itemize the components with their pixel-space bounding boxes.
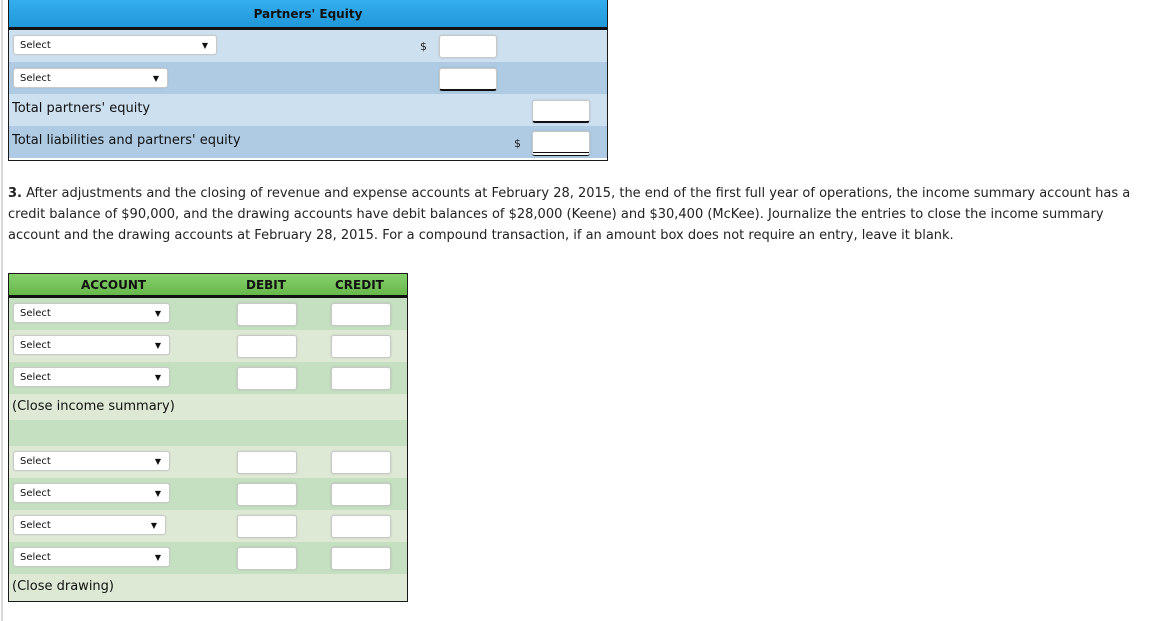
close-drawing-note: (Close drawing) [12, 579, 114, 594]
debit-input[interactable] [237, 515, 297, 538]
journal-row: Select ▼ [9, 542, 407, 574]
total-liabilities-equity-label: Total liabilities and partners' equity [12, 133, 241, 148]
journal-row: Select ▼ [9, 478, 407, 510]
credit-input[interactable] [331, 483, 391, 506]
close-income-summary-note: (Close income summary) [12, 399, 175, 414]
amount-input[interactable] [439, 35, 497, 58]
credit-input[interactable] [331, 515, 391, 538]
journal-note-row: (Close drawing) [9, 574, 407, 601]
select-value: Select [20, 40, 51, 51]
journal-note-row: (Close income summary) [9, 394, 407, 420]
credit-input[interactable] [331, 303, 391, 326]
account-select[interactable]: Select ▼ [13, 335, 170, 355]
dropdown-arrow-icon: ▼ [154, 457, 161, 466]
journal-row: Select ▼ [9, 298, 407, 330]
debit-input[interactable] [237, 335, 297, 358]
debit-input[interactable] [237, 303, 297, 326]
select-value: Select [20, 372, 51, 383]
total-partners-equity-input[interactable] [532, 100, 590, 123]
dropdown-arrow-icon: ▼ [150, 521, 157, 530]
select-value: Select [20, 73, 51, 84]
page-left-edge [1, 0, 3, 621]
journal-spacer-row [9, 420, 407, 446]
partners-equity-row: Total partners' equity [9, 94, 607, 126]
partners-equity-table: Partners' Equity Select ▼ $ Select ▼ Tot… [8, 0, 608, 161]
partners-equity-row: Select ▼ [9, 62, 607, 94]
partners-equity-title: Partners' Equity [9, 0, 607, 30]
dollar-sign: $ [514, 137, 521, 150]
total-partners-equity-label: Total partners' equity [12, 101, 151, 116]
account-select[interactable]: Select ▼ [13, 303, 170, 323]
partners-equity-row: Total liabilities and partners' equity $ [9, 126, 607, 158]
journal-entry-table: ACCOUNT DEBIT CREDIT Select ▼ Select ▼ S… [8, 273, 408, 602]
debit-input[interactable] [237, 367, 297, 390]
credit-input[interactable] [331, 335, 391, 358]
partners-equity-row: Select ▼ $ [9, 30, 607, 62]
account-select[interactable]: Select ▼ [13, 68, 168, 88]
question-number: 3. [8, 186, 22, 201]
journal-header-row: ACCOUNT DEBIT CREDIT [9, 274, 407, 298]
journal-row: Select ▼ [9, 446, 407, 478]
journal-row: Select ▼ [9, 330, 407, 362]
select-value: Select [20, 308, 51, 319]
select-value: Select [20, 456, 51, 467]
dropdown-arrow-icon: ▼ [154, 489, 161, 498]
dropdown-arrow-icon: ▼ [154, 373, 161, 382]
account-select[interactable]: Select ▼ [13, 547, 170, 567]
select-value: Select [20, 552, 51, 563]
question-body: After adjustments and the closing of rev… [8, 186, 1131, 243]
column-header-account: ACCOUNT [81, 278, 147, 292]
column-header-credit: CREDIT [335, 278, 384, 292]
account-select[interactable]: Select ▼ [13, 515, 166, 535]
select-value: Select [20, 340, 51, 351]
credit-input[interactable] [331, 451, 391, 474]
select-value: Select [20, 488, 51, 499]
debit-input[interactable] [237, 547, 297, 570]
dropdown-arrow-icon: ▼ [201, 41, 208, 50]
select-value: Select [20, 520, 51, 531]
dropdown-arrow-icon: ▼ [154, 553, 161, 562]
credit-input[interactable] [331, 367, 391, 390]
account-select[interactable]: Select ▼ [13, 451, 170, 471]
dropdown-arrow-icon: ▼ [152, 74, 159, 83]
column-header-debit: DEBIT [246, 278, 286, 292]
debit-input[interactable] [237, 483, 297, 506]
journal-row: Select ▼ [9, 510, 407, 542]
dollar-sign: $ [420, 40, 427, 53]
account-select[interactable]: Select ▼ [13, 35, 217, 55]
journal-row: Select ▼ [9, 362, 407, 394]
debit-input[interactable] [237, 451, 297, 474]
account-select[interactable]: Select ▼ [13, 483, 170, 503]
question-text: 3. After adjustments and the closing of … [8, 183, 1144, 246]
dropdown-arrow-icon: ▼ [154, 309, 161, 318]
account-select[interactable]: Select ▼ [13, 367, 170, 387]
total-liabilities-equity-input[interactable] [532, 131, 590, 156]
amount-input[interactable] [439, 68, 497, 91]
dropdown-arrow-icon: ▼ [154, 341, 161, 350]
credit-input[interactable] [331, 547, 391, 570]
